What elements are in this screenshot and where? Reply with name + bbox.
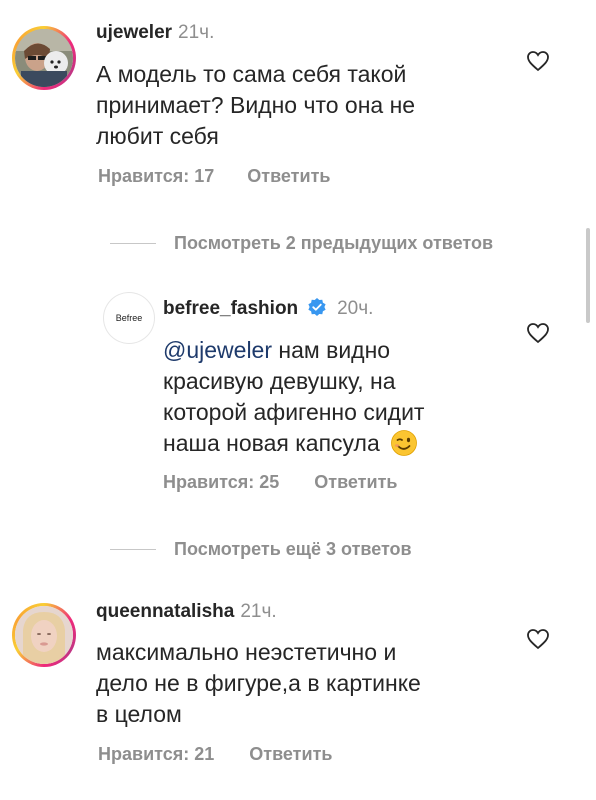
likes-count[interactable]: Нравится: 25	[163, 472, 279, 492]
brand-logo-text: Befree	[115, 313, 143, 323]
avatar-ujeweler[interactable]	[12, 26, 76, 90]
heart-icon[interactable]	[526, 628, 550, 650]
comment-text: @ujeweler нам видно красивую девушку, на…	[163, 337, 425, 456]
timestamp[interactable]: 20ч.	[337, 298, 373, 319]
mention-link[interactable]: @ujeweler	[163, 337, 272, 363]
user-photo-icon	[15, 606, 73, 664]
timestamp[interactable]: 21ч.	[240, 601, 276, 622]
heart-icon[interactable]	[526, 322, 550, 344]
scrollbar[interactable]	[586, 228, 590, 323]
username[interactable]: ujeweler	[96, 22, 172, 43]
comment-text: максимально неэстетично и дело не в фигу…	[96, 639, 421, 727]
reply-button[interactable]: Ответить	[314, 472, 397, 492]
avatar-befree-fashion[interactable]: Befree	[103, 292, 155, 344]
verified-badge-icon	[308, 298, 326, 316]
user-photo-icon	[15, 29, 73, 87]
divider-line	[110, 549, 156, 550]
likes-count[interactable]: Нравится: 21	[98, 744, 214, 764]
divider-line	[110, 243, 156, 244]
winking-face-emoji	[391, 430, 418, 456]
reply-button[interactable]: Ответить	[249, 744, 332, 764]
comment-queennatalisha: queennatalisha 21ч.	[96, 601, 277, 623]
comment-header: ujeweler 21ч.	[96, 22, 214, 44]
likes-count[interactable]: Нравится: 17	[98, 166, 214, 186]
username[interactable]: befree_fashion	[163, 298, 298, 319]
comment-text: А модель то сама себя такой принимает? В…	[96, 61, 416, 149]
view-more-replies-button[interactable]: Посмотреть ещё 3 ответов	[110, 539, 412, 560]
comment-actions: Нравится: 21 Ответить	[98, 744, 332, 765]
avatar-queennatalisha[interactable]	[12, 603, 76, 667]
comment-ujeweler: ujeweler 21ч.	[96, 22, 214, 44]
heart-icon[interactable]	[526, 50, 550, 72]
view-previous-replies-button[interactable]: Посмотреть 2 предыдущих ответов	[110, 233, 493, 254]
comment-befree-fashion: befree_fashion 20ч.	[163, 297, 373, 320]
timestamp[interactable]: 21ч.	[178, 22, 214, 43]
comment-actions: Нравится: 25 Ответить	[163, 472, 397, 493]
username[interactable]: queennatalisha	[96, 601, 234, 622]
comment-actions: Нравится: 17 Ответить	[98, 166, 330, 187]
reply-button[interactable]: Ответить	[247, 166, 330, 186]
